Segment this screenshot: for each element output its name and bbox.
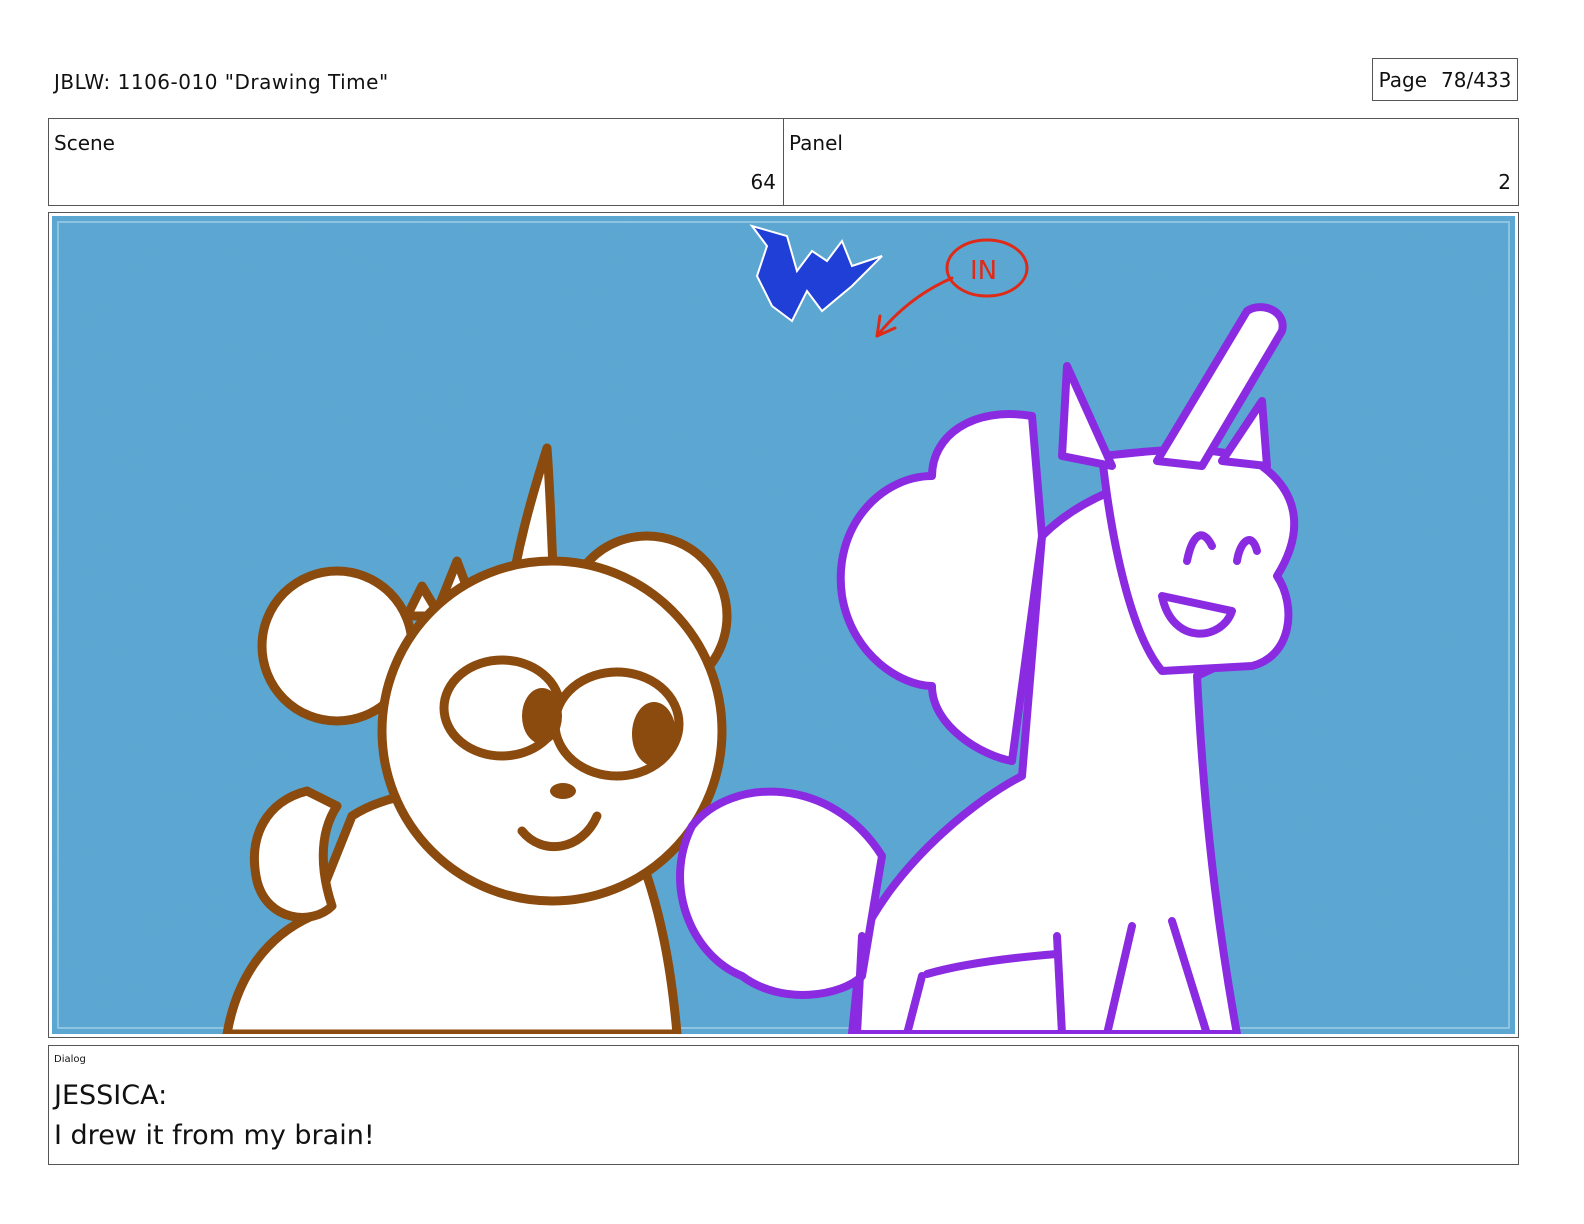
scene-label: Scene [54, 131, 115, 155]
bear-nose [550, 783, 576, 799]
scene-panel-info: Scene 64 Panel 2 [48, 118, 1519, 206]
scene-number: 64 [750, 170, 776, 194]
panel-cell: Panel 2 [783, 119, 1518, 205]
bear-arm [249, 786, 342, 922]
panel-label: Panel [789, 131, 843, 155]
document-title: JBLW: 1106-010 "Drawing Time" [54, 70, 389, 94]
bear-left-pupil [522, 688, 562, 744]
panel-number: 2 [1498, 170, 1511, 194]
page-indicator: Page 78/433 [1372, 58, 1518, 101]
scene-cell: Scene 64 [49, 119, 783, 205]
dialog-text: I drew it from my brain! [54, 1120, 375, 1151]
page-number: 78/433 [1441, 67, 1512, 92]
unicorn-front-leg [853, 932, 866, 1034]
dialog-section: Dialog JESSICA: I drew it from my brain! [48, 1045, 1519, 1165]
annotation-text: IN [970, 256, 997, 286]
dialog-label: Dialog [54, 1054, 86, 1065]
storyboard-panel: IN [48, 212, 1519, 1038]
bear-right-pupil [632, 702, 676, 766]
page-label: Page [1378, 67, 1428, 92]
panel-artwork: IN [52, 216, 1515, 1034]
dialog-speaker: JESSICA: [54, 1080, 168, 1111]
